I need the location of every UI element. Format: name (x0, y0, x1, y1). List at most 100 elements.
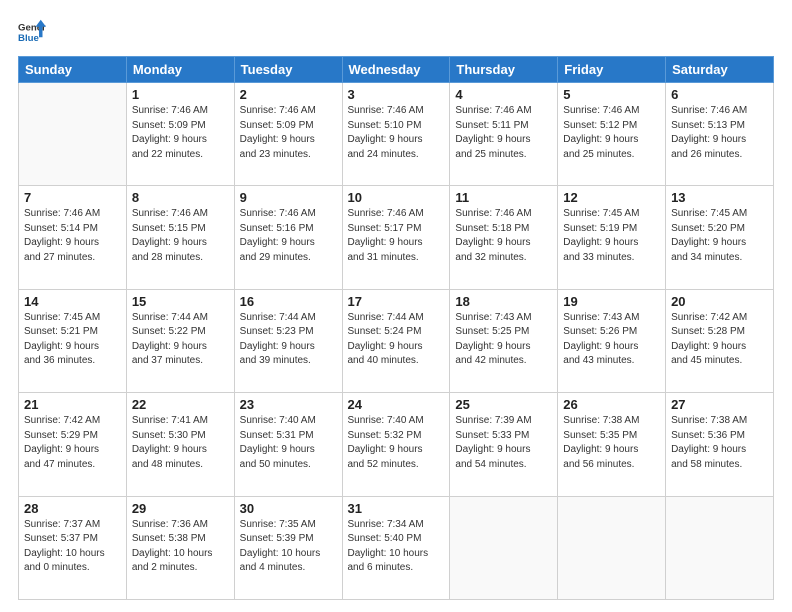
day-number: 26 (563, 397, 660, 412)
calendar-cell: 26 Sunrise: 7:38 AMSunset: 5:35 PMDayligh… (558, 393, 666, 496)
calendar-cell (19, 83, 127, 186)
weekday-header-wednesday: Wednesday (342, 57, 450, 83)
calendar-cell: 24 Sunrise: 7:40 AMSunset: 5:32 PMDayligh… (342, 393, 450, 496)
weekday-header-sunday: Sunday (19, 57, 127, 83)
cell-info: Sunrise: 7:34 AMSunset: 5:40 PMDaylight:… (348, 518, 445, 576)
calendar-cell: 4 Sunrise: 7:46 AMSunset: 5:11 PMDaylight… (450, 83, 558, 186)
cell-info: Sunrise: 7:40 AMSunset: 5:31 PMDaylight:… (240, 414, 337, 472)
cell-info: Sunrise: 7:38 AMSunset: 5:35 PMDaylight:… (563, 414, 660, 472)
day-number: 13 (671, 190, 768, 205)
week-row-1: 1 Sunrise: 7:46 AMSunset: 5:09 PMDaylight… (19, 83, 774, 186)
calendar-cell: 13 Sunrise: 7:45 AMSunset: 5:20 PMDayligh… (666, 186, 774, 289)
cell-info: Sunrise: 7:42 AMSunset: 5:28 PMDaylight:… (671, 311, 768, 369)
calendar-cell: 10 Sunrise: 7:46 AMSunset: 5:17 PMDayligh… (342, 186, 450, 289)
cell-info: Sunrise: 7:46 AMSunset: 5:13 PMDaylight:… (671, 104, 768, 162)
calendar-cell: 3 Sunrise: 7:46 AMSunset: 5:10 PMDaylight… (342, 83, 450, 186)
day-number: 19 (563, 294, 660, 309)
cell-info: Sunrise: 7:37 AMSunset: 5:37 PMDaylight:… (24, 518, 121, 576)
day-number: 10 (348, 190, 445, 205)
cell-info: Sunrise: 7:44 AMSunset: 5:23 PMDaylight:… (240, 311, 337, 369)
day-number: 27 (671, 397, 768, 412)
cell-info: Sunrise: 7:43 AMSunset: 5:25 PMDaylight:… (455, 311, 552, 369)
day-number: 12 (563, 190, 660, 205)
cell-info: Sunrise: 7:36 AMSunset: 5:38 PMDaylight:… (132, 518, 229, 576)
day-number: 2 (240, 87, 337, 102)
calendar-cell: 28 Sunrise: 7:37 AMSunset: 5:37 PMDayligh… (19, 496, 127, 599)
cell-info: Sunrise: 7:46 AMSunset: 5:09 PMDaylight:… (132, 104, 229, 162)
week-row-3: 14Sunrise: 7:45 AMSunset: 5:21 PMDayligh… (19, 289, 774, 392)
calendar-cell (666, 496, 774, 599)
cell-info: Sunrise: 7:42 AMSunset: 5:29 PMDaylight:… (24, 414, 121, 472)
cell-info: Sunrise: 7:41 AMSunset: 5:30 PMDaylight:… (132, 414, 229, 472)
cell-info: Sunrise: 7:38 AMSunset: 5:36 PMDaylight:… (671, 414, 768, 472)
day-number: 18 (455, 294, 552, 309)
calendar-cell: 19 Sunrise: 7:43 AMSunset: 5:26 PMDayligh… (558, 289, 666, 392)
week-row-2: 7 Sunrise: 7:46 AMSunset: 5:14 PMDaylight… (19, 186, 774, 289)
weekday-header-tuesday: Tuesday (234, 57, 342, 83)
calendar-cell: 8 Sunrise: 7:46 AMSunset: 5:15 PMDaylight… (126, 186, 234, 289)
day-number: 15 (132, 294, 229, 309)
cell-info: Sunrise: 7:40 AMSunset: 5:32 PMDaylight:… (348, 414, 445, 472)
day-number: 7 (24, 190, 121, 205)
weekday-header-saturday: Saturday (666, 57, 774, 83)
weekday-header-row: SundayMondayTuesdayWednesdayThursdayFrid… (19, 57, 774, 83)
calendar-cell: 18 Sunrise: 7:43 AMSunset: 5:25 PMDayligh… (450, 289, 558, 392)
cell-info: Sunrise: 7:45 AMSunset: 5:20 PMDaylight:… (671, 207, 768, 265)
calendar-cell: 12Sunrise: 7:45 AMSunset: 5:19 PMDayligh… (558, 186, 666, 289)
cell-info: Sunrise: 7:46 AMSunset: 5:15 PMDaylight:… (132, 207, 229, 265)
page-header: General Blue (18, 18, 774, 46)
calendar-cell: 20 Sunrise: 7:42 AMSunset: 5:28 PMDayligh… (666, 289, 774, 392)
cell-info: Sunrise: 7:39 AMSunset: 5:33 PMDaylight:… (455, 414, 552, 472)
day-number: 30 (240, 501, 337, 516)
calendar-cell: 7 Sunrise: 7:46 AMSunset: 5:14 PMDaylight… (19, 186, 127, 289)
day-number: 28 (24, 501, 121, 516)
day-number: 3 (348, 87, 445, 102)
cell-info: Sunrise: 7:46 AMSunset: 5:11 PMDaylight:… (455, 104, 552, 162)
calendar-cell: 5 Sunrise: 7:46 AMSunset: 5:12 PMDaylight… (558, 83, 666, 186)
calendar-cell: 23Sunrise: 7:40 AMSunset: 5:31 PMDayligh… (234, 393, 342, 496)
cell-info: Sunrise: 7:46 AMSunset: 5:14 PMDaylight:… (24, 207, 121, 265)
cell-info: Sunrise: 7:46 AMSunset: 5:17 PMDaylight:… (348, 207, 445, 265)
week-row-5: 28 Sunrise: 7:37 AMSunset: 5:37 PMDayligh… (19, 496, 774, 599)
day-number: 25 (455, 397, 552, 412)
calendar-cell: 27 Sunrise: 7:38 AMSunset: 5:36 PMDayligh… (666, 393, 774, 496)
weekday-header-monday: Monday (126, 57, 234, 83)
calendar-cell: 22 Sunrise: 7:41 AMSunset: 5:30 PMDayligh… (126, 393, 234, 496)
day-number: 22 (132, 397, 229, 412)
calendar-cell: 31Sunrise: 7:34 AMSunset: 5:40 PMDayligh… (342, 496, 450, 599)
day-number: 1 (132, 87, 229, 102)
day-number: 4 (455, 87, 552, 102)
day-number: 29 (132, 501, 229, 516)
cell-info: Sunrise: 7:46 AMSunset: 5:16 PMDaylight:… (240, 207, 337, 265)
cell-info: Sunrise: 7:46 AMSunset: 5:09 PMDaylight:… (240, 104, 337, 162)
calendar-table: SundayMondayTuesdayWednesdayThursdayFrid… (18, 56, 774, 600)
calendar-cell: 29 Sunrise: 7:36 AMSunset: 5:38 PMDayligh… (126, 496, 234, 599)
calendar-cell: 21Sunrise: 7:42 AMSunset: 5:29 PMDayligh… (19, 393, 127, 496)
calendar-cell: 25 Sunrise: 7:39 AMSunset: 5:33 PMDayligh… (450, 393, 558, 496)
calendar-cell: 1 Sunrise: 7:46 AMSunset: 5:09 PMDaylight… (126, 83, 234, 186)
cell-info: Sunrise: 7:46 AMSunset: 5:10 PMDaylight:… (348, 104, 445, 162)
calendar-cell: 30Sunrise: 7:35 AMSunset: 5:39 PMDayligh… (234, 496, 342, 599)
logo-icon: General Blue (18, 18, 46, 46)
calendar-cell: 2 Sunrise: 7:46 AMSunset: 5:09 PMDaylight… (234, 83, 342, 186)
weekday-header-friday: Friday (558, 57, 666, 83)
calendar-cell: 15Sunrise: 7:44 AMSunset: 5:22 PMDayligh… (126, 289, 234, 392)
day-number: 6 (671, 87, 768, 102)
calendar-cell (450, 496, 558, 599)
cell-info: Sunrise: 7:43 AMSunset: 5:26 PMDaylight:… (563, 311, 660, 369)
day-number: 5 (563, 87, 660, 102)
logo: General Blue (18, 18, 46, 46)
calendar-cell: 11 Sunrise: 7:46 AMSunset: 5:18 PMDayligh… (450, 186, 558, 289)
cell-info: Sunrise: 7:45 AMSunset: 5:21 PMDaylight:… (24, 311, 121, 369)
cell-info: Sunrise: 7:44 AMSunset: 5:24 PMDaylight:… (348, 311, 445, 369)
day-number: 17 (348, 294, 445, 309)
calendar-cell: 14Sunrise: 7:45 AMSunset: 5:21 PMDayligh… (19, 289, 127, 392)
day-number: 11 (455, 190, 552, 205)
day-number: 8 (132, 190, 229, 205)
week-row-4: 21Sunrise: 7:42 AMSunset: 5:29 PMDayligh… (19, 393, 774, 496)
cell-info: Sunrise: 7:46 AMSunset: 5:12 PMDaylight:… (563, 104, 660, 162)
day-number: 20 (671, 294, 768, 309)
day-number: 9 (240, 190, 337, 205)
cell-info: Sunrise: 7:46 AMSunset: 5:18 PMDaylight:… (455, 207, 552, 265)
day-number: 24 (348, 397, 445, 412)
